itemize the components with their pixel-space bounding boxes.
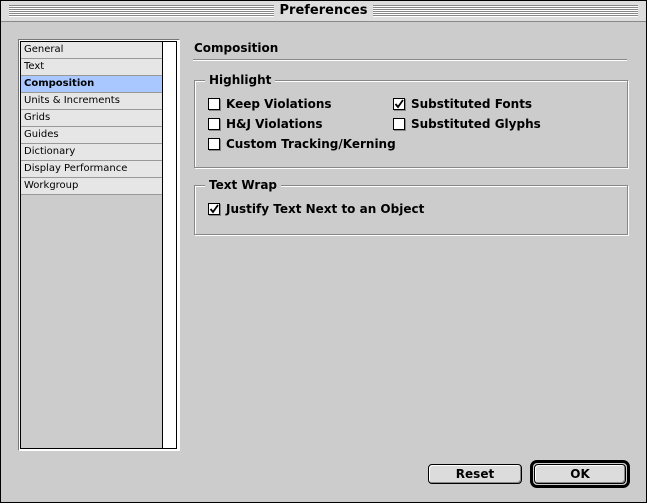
checkbox-box[interactable] (208, 118, 220, 130)
highlight-group-label: Highlight (205, 72, 276, 88)
checkbox-box[interactable] (208, 98, 220, 110)
checkbox-box[interactable] (208, 138, 220, 150)
custom-tracking-checkbox[interactable]: Custom Tracking/Kerning (208, 137, 396, 151)
checkbox-box[interactable] (393, 118, 405, 130)
sidebar-item-display-performance[interactable]: Display Performance (21, 161, 162, 178)
category-list-frame: General Text Composition Units & Increments… (18, 39, 180, 451)
custom-tracking-label: Custom Tracking/Kerning (226, 137, 396, 151)
keep-violations-checkbox[interactable]: Keep Violations (208, 97, 332, 111)
justify-text-checkbox[interactable]: Justify Text Next to an Object (208, 202, 424, 216)
hj-violations-checkbox[interactable]: H&J Violations (208, 117, 323, 131)
title-divider (193, 59, 627, 61)
sidebar-item-guides[interactable]: Guides (21, 127, 162, 144)
hj-violations-label: H&J Violations (226, 117, 323, 131)
substituted-glyphs-label: Substituted Glyphs (411, 117, 541, 131)
checkbox-box[interactable] (208, 203, 220, 215)
sidebar-item-dictionary[interactable]: Dictionary (21, 144, 162, 161)
sidebar-item-text[interactable]: Text (21, 59, 162, 76)
page-title: Composition (194, 41, 279, 55)
keep-violations-label: Keep Violations (226, 97, 332, 111)
sidebar-item-general[interactable]: General (21, 42, 162, 59)
preferences-window: Preferences General Text Composition Units … (0, 0, 647, 503)
category-list-scrollbar[interactable] (163, 41, 177, 449)
sidebar-item-composition[interactable]: Composition (21, 76, 162, 93)
sidebar-item-workgroup[interactable]: Workgroup (21, 178, 162, 195)
reset-button[interactable]: Reset (428, 464, 522, 484)
title-bar[interactable]: Preferences (1, 1, 646, 22)
ok-button-default-ring: OK (530, 460, 630, 488)
text-wrap-group-label: Text Wrap (205, 177, 282, 193)
check-icon (209, 204, 219, 214)
justify-text-label: Justify Text Next to an Object (226, 202, 425, 216)
dialog-content: General Text Composition Units & Increments… (1, 22, 646, 502)
category-list[interactable]: General Text Composition Units & Increments… (20, 41, 163, 449)
checkbox-box[interactable] (393, 98, 405, 110)
window-title: Preferences (273, 2, 374, 20)
ok-button[interactable]: OK (534, 464, 626, 484)
sidebar-item-grids[interactable]: Grids (21, 110, 162, 127)
substituted-glyphs-checkbox[interactable]: Substituted Glyphs (393, 117, 541, 131)
substituted-fonts-checkbox[interactable]: Substituted Fonts (393, 97, 532, 111)
check-icon (394, 99, 404, 109)
sidebar-item-units-increments[interactable]: Units & Increments (21, 93, 162, 110)
substituted-fonts-label: Substituted Fonts (411, 97, 533, 111)
